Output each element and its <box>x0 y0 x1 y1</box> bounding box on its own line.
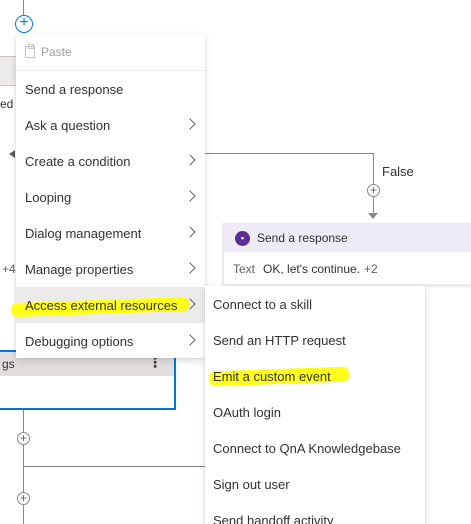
submenu-item-sign-out-user[interactable]: Sign out user <box>205 466 425 502</box>
add-node-plus-icon[interactable]: + <box>17 432 30 445</box>
submenu-item-connect-skill[interactable]: Connect to a skill <box>205 286 425 322</box>
chevron-right-icon <box>184 118 196 130</box>
menu-item-label: Access external resources <box>25 297 178 313</box>
node-title: Send a response <box>257 231 348 245</box>
menu-item-ask-question[interactable]: Ask a question <box>16 107 205 143</box>
menu-item-label: Sign out user <box>213 476 290 492</box>
chevron-right-icon <box>184 262 196 274</box>
menu-item-label: Create a condition <box>25 153 131 169</box>
node-header: ▪ Send a response <box>224 224 471 252</box>
submenu-item-emit-custom-event[interactable]: Emit a custom event <box>205 358 425 394</box>
menu-item-label: Ask a question <box>25 117 111 133</box>
add-node-plus-icon[interactable]: + <box>15 15 33 33</box>
menu-item-label: Dialog management <box>25 225 142 241</box>
chevron-right-icon <box>184 334 196 346</box>
node-title: gs <box>2 357 15 371</box>
menu-item-label: Debugging options <box>25 333 134 349</box>
submenu-item-http-request[interactable]: Send an HTTP request <box>205 322 425 358</box>
menu-item-manage-properties[interactable]: Manage properties <box>16 251 205 287</box>
chevron-right-icon <box>184 226 196 238</box>
false-branch-label: False <box>382 164 414 179</box>
menu-item-label: Connect to a skill <box>213 296 312 312</box>
menu-item-send-response[interactable]: Send a response <box>16 71 205 107</box>
add-node-menu: Paste Send a response Ask a question Cre… <box>10 34 205 359</box>
menu-item-looping[interactable]: Looping <box>16 179 205 215</box>
background-node-more: +4 <box>2 262 16 276</box>
arrow-down-icon <box>368 213 378 219</box>
menu-item-paste[interactable]: Paste <box>16 34 205 70</box>
menu-item-create-condition[interactable]: Create a condition <box>16 143 205 179</box>
send-response-node[interactable]: ▪ Send a response Text OK, let's continue… <box>223 223 471 285</box>
text-label: Text <box>233 262 256 276</box>
add-node-plus-icon[interactable]: + <box>367 184 380 197</box>
menu-item-label: Emit a custom event <box>213 368 331 384</box>
menu-item-dialog-management[interactable]: Dialog management <box>16 215 205 251</box>
menu-item-label: Send an HTTP request <box>213 332 346 348</box>
menu-item-label: Send a response <box>25 81 124 97</box>
submenu-item-connect-qna[interactable]: Connect to QnA Knowledgebase <box>205 430 425 466</box>
add-node-plus-icon[interactable]: + <box>17 492 30 505</box>
submenu-item-oauth-login[interactable]: OAuth login <box>205 394 425 430</box>
chevron-right-icon <box>184 190 196 202</box>
connector-line <box>205 153 374 154</box>
menu-item-label: Paste <box>41 45 72 59</box>
menu-item-label: Connect to QnA Knowledgebase <box>213 440 401 456</box>
menu-item-label: OAuth login <box>213 404 281 420</box>
menu-item-label: Send handoff activity <box>213 512 334 524</box>
selected-node[interactable]: gs ⋮ <box>0 350 176 410</box>
submenu-item-send-handoff[interactable]: Send handoff activity <box>205 502 425 524</box>
text-value: OK, let's continue. <box>263 262 361 276</box>
node-body: Text OK, let's continue. +2 <box>224 252 471 276</box>
menu-item-label: Looping <box>25 189 72 205</box>
menu-item-debugging-options[interactable]: Debugging options <box>16 323 205 359</box>
clipboard-icon <box>25 44 35 58</box>
menu-item-label: Manage properties <box>25 261 134 277</box>
connector-line <box>23 410 24 524</box>
chevron-right-icon <box>184 154 196 166</box>
menu-item-access-external-resources[interactable]: Access external resources <box>10 287 205 323</box>
arrow-left-icon <box>9 150 15 158</box>
more-variations-count: +2 <box>364 262 378 276</box>
background-node-label: ed <box>0 97 14 111</box>
connector-line <box>23 466 213 467</box>
external-resources-submenu: Connect to a skill Send an HTTP request … <box>205 286 425 524</box>
chat-bubble-icon: ▪ <box>235 230 250 246</box>
